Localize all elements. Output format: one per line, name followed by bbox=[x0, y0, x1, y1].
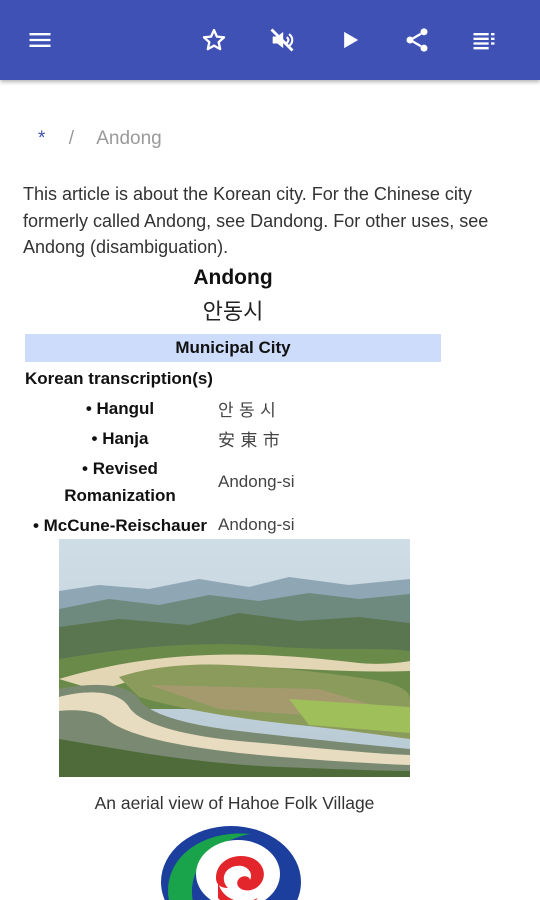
infobox-row-mccune-reischauer: • McCune-Reischauer Andong-si bbox=[25, 510, 441, 540]
infobox-row-label: • Hangul bbox=[85, 399, 155, 418]
city-emblem-logo bbox=[158, 822, 304, 900]
volume-off-icon[interactable] bbox=[262, 20, 302, 60]
infobox: Andong 안동시 Municipal City Korean transcr… bbox=[25, 262, 441, 540]
infobox-type: Municipal City bbox=[25, 334, 441, 362]
infobox-row-value: 安 東 市 bbox=[218, 430, 280, 451]
infobox-native-name: 안동시 bbox=[202, 300, 264, 325]
breadcrumb: * / Andong bbox=[38, 128, 162, 150]
aerial-photo[interactable] bbox=[59, 539, 410, 777]
breadcrumb-current: Andong bbox=[96, 128, 162, 149]
image-caption: An aerial view of Hahoe Folk Village bbox=[94, 793, 375, 813]
menu-icon[interactable] bbox=[20, 20, 60, 60]
infobox-title: Andong bbox=[193, 266, 273, 289]
breadcrumb-home[interactable]: * bbox=[38, 128, 45, 149]
list-icon[interactable] bbox=[464, 20, 504, 60]
infobox-row-value: Andong-si bbox=[218, 471, 295, 491]
share-icon[interactable] bbox=[397, 20, 437, 60]
breadcrumb-separator: / bbox=[68, 128, 74, 149]
app-toolbar bbox=[0, 0, 540, 80]
infobox-row-hangul: • Hangul 안 동 시 bbox=[25, 394, 441, 423]
play-icon[interactable] bbox=[330, 20, 370, 60]
infobox-row-value: 안 동 시 bbox=[218, 401, 276, 421]
infobox-row-revised-romanization: • Revised Romanization Andong-si bbox=[25, 453, 441, 510]
star-icon[interactable] bbox=[194, 20, 234, 60]
infobox-section-header: Korean transcription(s) bbox=[25, 369, 213, 388]
infobox-row-value: Andong-si bbox=[218, 515, 295, 534]
infobox-row-label: • Hanja bbox=[91, 428, 149, 448]
article-intro: This article is about the Korean city. F… bbox=[23, 184, 489, 257]
infobox-row-label: • McCune-Reischauer bbox=[32, 515, 208, 535]
infobox-row-label: • Revised Romanization bbox=[64, 458, 176, 505]
infobox-row-hanja: • Hanja 安 東 市 bbox=[25, 423, 441, 453]
